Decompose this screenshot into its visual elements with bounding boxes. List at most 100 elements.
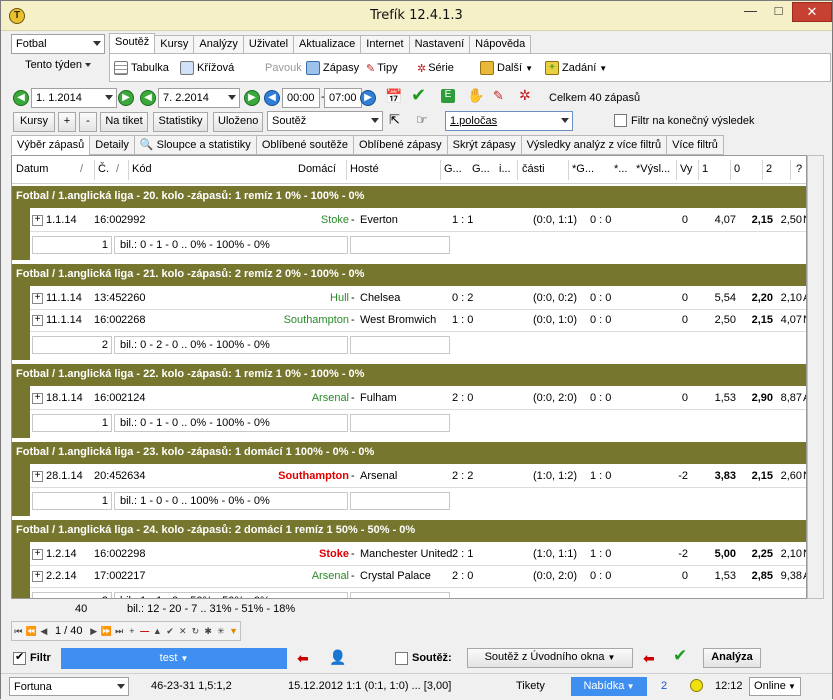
calendar-icon[interactable]: 📅 <box>385 88 402 105</box>
col-casti[interactable]: části <box>522 163 545 175</box>
bookmaker-select[interactable]: Fortuna <box>9 677 129 696</box>
close-button[interactable]: ✕ <box>792 2 832 22</box>
time-from-input[interactable]: 00:00 <box>282 88 320 108</box>
magic-icon[interactable]: ✲ <box>519 87 531 104</box>
kursy-button[interactable]: Kursy <box>13 112 55 132</box>
confirm-check-icon[interactable]: ✔ <box>411 85 426 106</box>
group-header[interactable]: Fotbal / 1.anglická liga - 24. kolo -záp… <box>12 520 806 542</box>
date-to-dropdown[interactable] <box>224 88 240 108</box>
expand-row-button[interactable]: + <box>32 471 43 482</box>
tab-oblibene-zapasy[interactable]: Oblíbené zápasy <box>353 135 448 155</box>
confirm-check-icon[interactable]: ✔ <box>673 646 687 666</box>
delete-record-button[interactable]: — <box>138 623 151 639</box>
expand-row-button[interactable]: + <box>32 393 43 404</box>
match-row[interactable]: +1.2.14 16:00 2298 Stoke - Manchester United 2… <box>30 544 806 566</box>
tikety-label[interactable]: Tikety <box>516 680 545 692</box>
dalsi-button[interactable]: Další ▼ <box>480 60 533 76</box>
krizova-button[interactable]: Křížová <box>180 60 234 76</box>
col-cislo[interactable]: Č. <box>98 163 109 175</box>
asterisk-icon[interactable]: ✱ <box>202 623 215 639</box>
soutez-checkbox[interactable] <box>395 652 408 665</box>
na-tiket-button[interactable]: Na tiket <box>100 112 148 132</box>
expand-row-button[interactable]: + <box>32 215 43 226</box>
col-goals-home[interactable]: G... <box>444 163 462 175</box>
add-record-button[interactable]: + <box>126 623 139 639</box>
half-select[interactable]: 1.poločas <box>445 111 573 131</box>
export-excel-icon[interactable]: E <box>441 89 455 103</box>
col-vy[interactable]: Vy <box>680 163 692 175</box>
tab-vice-filtru[interactable]: Více filtrů <box>666 135 724 155</box>
col-odds-1[interactable]: 1 <box>702 163 708 175</box>
refresh-button[interactable]: ↻ <box>189 623 202 639</box>
filter-checkbox[interactable] <box>13 650 26 665</box>
group-header[interactable]: Fotbal / 1.anglická liga - 22. kolo -záp… <box>12 364 806 386</box>
analyza-button[interactable]: Analýza <box>703 648 761 668</box>
next-date-button[interactable]: ▶ <box>118 90 134 106</box>
export-icon[interactable]: ⇱ <box>389 112 400 128</box>
pavouk-button[interactable]: Pavouk <box>265 60 302 76</box>
cancel-record-button[interactable]: ✕ <box>176 623 189 639</box>
tab-vysledky-analyz[interactable]: Výsledky analýz z více filtrů <box>520 135 668 155</box>
online-dropdown[interactable]: Online ▼ <box>749 677 801 696</box>
time-to-input[interactable]: 07:00 <box>324 88 362 108</box>
final-result-filter-checkbox[interactable] <box>614 114 627 127</box>
serie-button[interactable]: ✲ Série <box>417 60 454 76</box>
edit-document-icon[interactable]: ✎ <box>493 88 504 104</box>
zapasy-button[interactable]: Zápasy <box>306 60 359 76</box>
col-kod[interactable]: Kód <box>132 163 152 175</box>
tab-napoveda[interactable]: Nápověda <box>469 35 532 53</box>
next-page-button[interactable]: ⏩ <box>100 623 113 639</box>
group-header[interactable]: Fotbal / 1.anglická liga - 21. kolo -záp… <box>12 264 806 286</box>
tab-nastaveni[interactable]: Nastavení <box>408 35 471 53</box>
col-odds-2[interactable]: 2 <box>766 163 772 175</box>
tab-vyber-zapasu[interactable]: Výběr zápasů <box>11 135 91 155</box>
expand-row-button[interactable]: + <box>32 293 43 304</box>
post-record-button[interactable]: ✔ <box>164 623 177 639</box>
filter-select[interactable]: test ▼ <box>61 648 287 669</box>
col-domaci[interactable]: Domácí <box>298 163 336 175</box>
prev-record-button[interactable]: ◀ <box>37 623 50 639</box>
ulozeno-button[interactable]: Uloženo <box>213 112 263 132</box>
next-record-button[interactable]: ▶ <box>87 623 100 639</box>
match-row[interactable]: +1.1.14 16:00 2992 Stoke - Everton 1 : 1 (0:0, … <box>30 210 806 232</box>
filter-icon[interactable]: ▼ <box>227 623 240 639</box>
sport-select[interactable]: Fotbal <box>11 34 105 54</box>
tab-sloupce[interactable]: 🔍 Sloupce a statistiky <box>133 135 257 155</box>
next-date-to-button[interactable]: ▶ <box>244 90 260 106</box>
plus-button[interactable]: + <box>58 112 76 132</box>
col-more[interactable]: ? <box>796 163 802 175</box>
expand-row-button[interactable]: + <box>32 315 43 326</box>
expand-row-button[interactable]: + <box>32 571 43 582</box>
last-record-button[interactable]: ⏭ <box>113 623 126 639</box>
minimize-button[interactable]: — <box>737 2 764 22</box>
col-half-x[interactable]: *... <box>614 163 627 175</box>
prev-date-button[interactable]: ◀ <box>13 90 29 106</box>
minus-button[interactable]: - <box>79 112 97 132</box>
tab-kursy[interactable]: Kursy <box>154 35 195 53</box>
match-row[interactable]: +2.2.14 17:00 2217 Arsenal - Crystal Palace 2 … <box>30 566 806 588</box>
date-from-dropdown[interactable] <box>101 88 117 108</box>
time-back-button[interactable]: ◀ <box>264 90 280 106</box>
col-half-result[interactable]: *Výsl... <box>636 163 670 175</box>
col-i[interactable]: i... <box>499 163 511 175</box>
match-row[interactable]: +18.1.14 16:00 2124 Arsenal - Fulham 2 : 0 (0:0… <box>30 388 806 410</box>
first-record-button[interactable]: ⏮ <box>12 623 25 639</box>
vertical-scrollbar[interactable] <box>807 155 824 599</box>
soutez-source-dropdown[interactable]: Soutěž z Úvodního okna ▼ <box>467 648 633 668</box>
person-icon[interactable]: 👤 <box>329 649 346 666</box>
col-datum[interactable]: Datum <box>16 163 48 175</box>
tab-aktualizace[interactable]: Aktualizace <box>293 35 362 53</box>
zadani-button[interactable]: + Zadání ▼ <box>545 60 607 76</box>
group-header[interactable]: Fotbal / 1.anglická liga - 20. kolo -záp… <box>12 186 806 208</box>
col-hoste[interactable]: Hosté <box>350 163 379 175</box>
maximize-button[interactable]: □ <box>765 2 792 22</box>
tipy-button[interactable]: ✎ Tipy <box>366 60 398 76</box>
tab-soutez[interactable]: Soutěž <box>109 33 156 53</box>
nabidka-dropdown[interactable]: Nabídka ▼ <box>571 677 647 696</box>
group-header[interactable]: Fotbal / 1.anglická liga - 23. kolo -záp… <box>12 442 806 464</box>
col-odds-0[interactable]: 0 <box>734 163 740 175</box>
match-row[interactable]: +11.1.14 13:45 2260 Hull - Chelsea 0 : 2 (0:0, … <box>30 288 806 310</box>
col-goals-away[interactable]: G... <box>472 163 490 175</box>
tab-uzivatel[interactable]: Uživatel <box>242 35 295 53</box>
expand-row-button[interactable]: + <box>32 549 43 560</box>
